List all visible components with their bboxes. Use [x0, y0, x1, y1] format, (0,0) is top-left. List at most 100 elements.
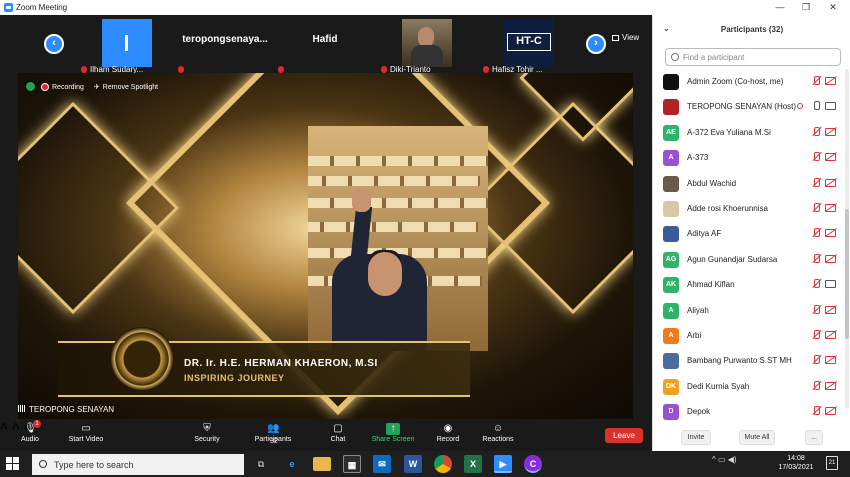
camera-off-icon[interactable] — [825, 381, 836, 390]
grid-icon — [612, 35, 619, 41]
edge-icon[interactable]: e — [283, 455, 301, 473]
prev-page-button[interactable]: ‹ — [44, 34, 64, 54]
camera-off-icon[interactable] — [825, 153, 836, 162]
participant-row[interactable]: AE A-372 Eva Yuliana M.Si — [653, 120, 843, 145]
participant-row[interactable]: AK Ahmad Kiflan — [653, 272, 843, 297]
minimize-button[interactable]: — — [767, 1, 793, 14]
camera-off-icon[interactable] — [825, 229, 836, 238]
muted-mic-icon[interactable] — [811, 253, 821, 265]
scrollbar-thumb[interactable] — [845, 209, 849, 339]
security-button[interactable]: ⛨ Security — [190, 423, 224, 443]
task-view-icon[interactable]: ⧉ — [252, 455, 270, 473]
participant-row[interactable]: A Arbi — [653, 323, 843, 348]
notification-icon[interactable]: 21 — [826, 456, 838, 470]
participant-row[interactable]: Bambang Purwanto S.ST MH — [653, 348, 843, 373]
video-tile[interactable]: teropongsenaya... — [175, 18, 275, 73]
audio-button[interactable]: 🎙 1 Audio — [18, 420, 42, 443]
participant-row[interactable]: AG Agun Gunandjar Sudarsa — [653, 247, 843, 272]
camera-off-icon[interactable] — [825, 356, 836, 365]
share-screen-button[interactable]: ↑ Share Screen — [368, 423, 418, 443]
muted-mic-icon[interactable] — [811, 278, 821, 290]
muted-mic-icon[interactable] — [811, 75, 821, 87]
view-button[interactable]: View — [612, 33, 639, 42]
windows-taskbar: Type here to search ⧉ e ▦ ✉ W X ▶ C ^ ▭ … — [0, 451, 850, 477]
participant-row[interactable]: Abdul Wachid — [653, 171, 843, 196]
participant-name: Agun Gunandjar Sudarsa — [687, 254, 778, 264]
more-button[interactable]: ... — [805, 430, 823, 445]
decor-diamond — [466, 101, 633, 315]
clock[interactable]: 14:08 17/03/2021 — [776, 454, 816, 472]
view-label: View — [622, 33, 640, 42]
participant-list: Admin Zoom (Co-host, me) TEROPONG SENAYAN… — [653, 69, 843, 424]
store-icon[interactable]: ▦ — [343, 455, 361, 473]
participant-row[interactable]: Adde rosi Khoerunnisa — [653, 196, 843, 221]
muted-mic-icon[interactable] — [811, 177, 821, 189]
muted-mic-icon[interactable] — [811, 126, 821, 138]
video-tile[interactable]: Ilham Sudary... — [78, 18, 178, 74]
record-button[interactable]: ◉ Record — [434, 423, 462, 443]
mic-icon[interactable] — [811, 100, 821, 112]
avatar — [102, 19, 152, 67]
mute-all-button[interactable]: Mute All — [739, 430, 775, 445]
camera-icon[interactable] — [825, 280, 836, 289]
muted-mic-icon[interactable] — [811, 202, 821, 214]
video-tile[interactable]: Hafid — [275, 18, 375, 73]
participant-name: Depok — [687, 407, 711, 417]
participant-search-input[interactable]: Find a participant — [665, 48, 841, 66]
tile-name: teropongsenaya... — [182, 34, 268, 45]
camera-off-icon[interactable] — [825, 203, 836, 212]
camera-icon[interactable] — [825, 102, 836, 111]
muted-mic-icon[interactable] — [811, 329, 821, 341]
system-tray[interactable]: ^ ▭ ◀) — [712, 455, 737, 464]
muted-mic-icon[interactable] — [811, 405, 821, 417]
participant-row[interactable]: D Depok — [653, 399, 843, 424]
camera-off-icon[interactable] — [825, 77, 836, 85]
app-icon[interactable]: C — [524, 455, 542, 473]
panel-scrollbar[interactable] — [845, 69, 849, 409]
audio-options-caret-icon[interactable]: ^ — [0, 421, 8, 438]
start-video-button[interactable]: ▭ Start Video — [64, 423, 108, 443]
muted-mic-icon[interactable] — [811, 354, 821, 366]
muted-mic-icon[interactable] — [811, 380, 821, 392]
camera-off-icon[interactable] — [825, 127, 836, 136]
invite-button[interactable]: Invite — [681, 430, 711, 445]
avatar — [663, 226, 679, 243]
participant-row[interactable]: DK Dedi Kurnia Syah — [653, 374, 843, 399]
participant-row[interactable]: A A-373 — [653, 145, 843, 170]
participant-name: Aditya AF — [687, 229, 722, 239]
participant-row[interactable]: TEROPONG SENAYAN (Host) — [653, 94, 843, 119]
camera-off-icon[interactable] — [825, 305, 836, 314]
participant-row[interactable]: Aditya AF — [653, 221, 843, 246]
camera-off-icon[interactable] — [825, 254, 836, 263]
excel-icon[interactable]: X — [464, 455, 482, 473]
leave-button[interactable]: Leave — [605, 428, 643, 443]
participant-row[interactable]: A Aliyah — [653, 298, 843, 323]
muted-mic-icon[interactable] — [811, 227, 821, 239]
camera-off-icon[interactable] — [825, 407, 836, 416]
award-emblem — [110, 327, 174, 391]
avatar: HT-C — [504, 19, 554, 67]
next-page-button[interactable]: › — [586, 34, 606, 54]
mail-icon[interactable]: ✉ — [373, 455, 391, 473]
chat-button[interactable]: ▢ Chat — [326, 423, 350, 443]
taskbar-search-input[interactable]: Type here to search — [32, 454, 244, 475]
muted-mic-icon[interactable] — [811, 151, 821, 163]
camera-off-icon[interactable] — [825, 330, 836, 339]
maximize-button[interactable]: ❐ — [793, 1, 819, 14]
chevron-right-icon: › — [594, 37, 598, 49]
reactions-button[interactable]: ☺ Reactions — [480, 423, 516, 443]
participants-button[interactable]: 👥32 Participants — [251, 423, 295, 445]
file-explorer-icon[interactable] — [313, 457, 331, 471]
remove-spotlight-button[interactable]: Remove Spotlight — [103, 84, 158, 91]
muted-mic-icon[interactable] — [811, 304, 821, 316]
chrome-icon[interactable] — [434, 455, 452, 473]
word-icon[interactable]: W — [404, 455, 422, 473]
zoom-taskbar-icon[interactable]: ▶ — [494, 455, 512, 473]
video-tile[interactable]: Diki-Trianto — [378, 18, 478, 74]
video-tile[interactable]: HT-C Hafisz Tohir ... — [480, 18, 580, 74]
camera-off-icon[interactable] — [825, 178, 836, 187]
participant-row[interactable]: Admin Zoom (Co-host, me) — [653, 69, 843, 94]
windows-start-icon[interactable] — [6, 457, 20, 471]
close-button[interactable]: ✕ — [820, 1, 846, 14]
participants-panel: ⌄ Participants (32) Find a participant A… — [652, 15, 850, 451]
